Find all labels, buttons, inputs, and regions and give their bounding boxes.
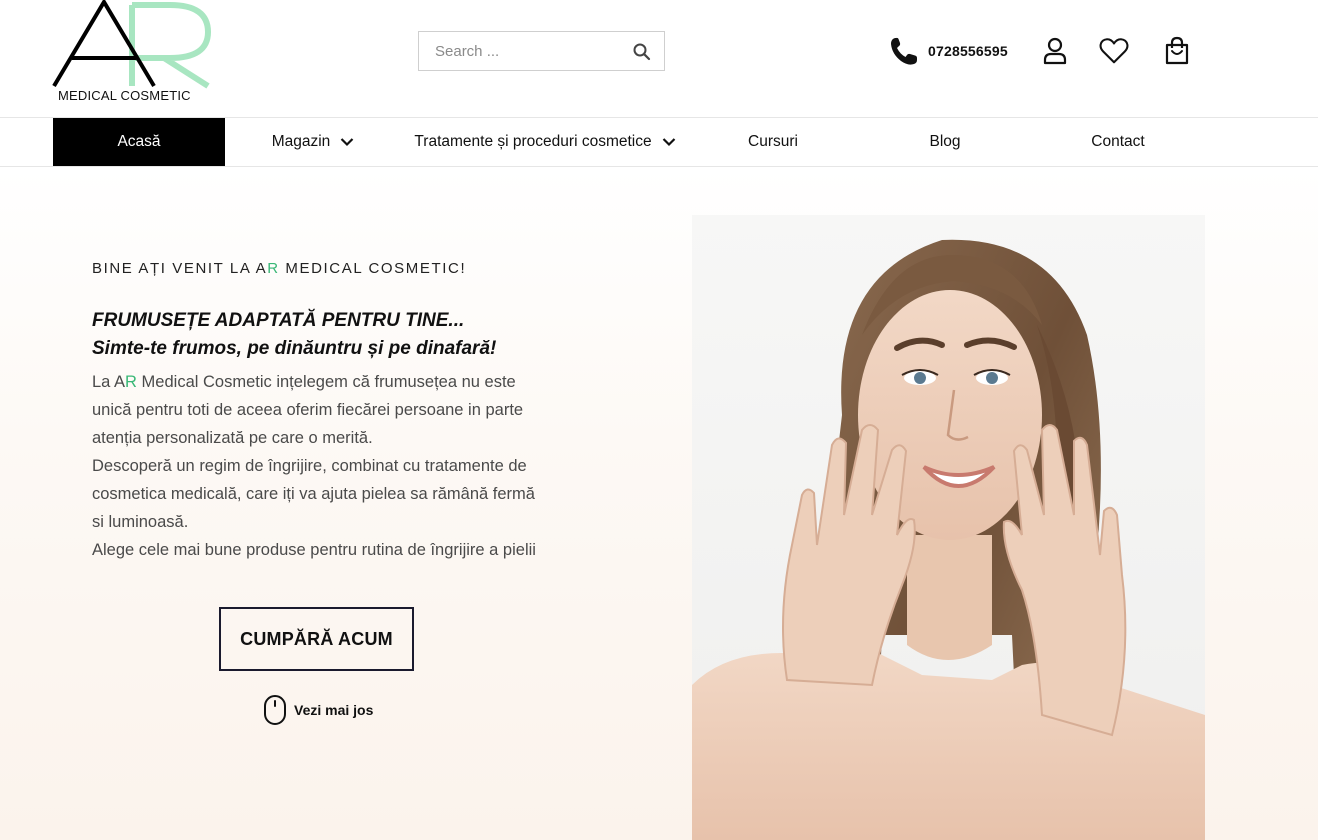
nav-item-cursuri[interactable]: Cursuri [703, 118, 843, 166]
welcome-text-end: MEDICAL COSMETIC! [279, 260, 467, 277]
logo-mark-icon [52, 0, 211, 89]
woman-portrait-image [692, 215, 1205, 840]
scroll-down-link[interactable]: Vezi mai jos [263, 694, 373, 726]
paragraph-1-start: La A [92, 373, 126, 391]
nav-item-label: Magazin [271, 133, 331, 150]
nav-item-label: Tratamente și proceduri cosmetice [414, 133, 652, 150]
phone-icon [891, 37, 917, 65]
nav-item-acasa[interactable]: Acasă [53, 118, 225, 166]
logo-subtitle: MEDICAL COSMETIC [58, 88, 191, 103]
hero-image [692, 215, 1205, 840]
paragraph-1-rest: Medical Cosmetic ințelegem că frumusețea… [92, 373, 524, 447]
chevron-down-icon [662, 138, 675, 147]
paragraph-3: Alege cele mai bune produse pentru rutin… [92, 541, 536, 559]
main-nav: Acasă Magazin Tratamente și proceduri co… [0, 118, 1318, 167]
paragraph-1: La AR Medical Cosmetic ințelegem că frum… [92, 368, 547, 452]
cart-icon[interactable] [1162, 36, 1192, 66]
nav-item-blog[interactable]: Blog [875, 118, 1015, 166]
tagline-line-1: FRUMUSEȚE ADAPTATĂ PENTRU TINE... [92, 310, 465, 331]
scroll-down-label: Vezi mai jos [294, 702, 374, 718]
nav-item-label: Blog [929, 133, 961, 150]
welcome-brand-r: R [267, 260, 280, 277]
paragraph-1-brand-r: R [125, 373, 137, 391]
buy-now-button[interactable]: CUMPĂRĂ ACUM [219, 607, 414, 671]
user-icon[interactable] [1040, 36, 1070, 66]
nav-item-contact[interactable]: Contact [1048, 118, 1188, 166]
site-header: MEDICAL COSMETIC 0728556595 [0, 0, 1318, 118]
phone-number[interactable]: 0728556595 [928, 43, 1008, 59]
chevron-down-icon [341, 138, 354, 147]
nav-item-label: Acasă [117, 133, 161, 150]
search-box [418, 31, 665, 71]
welcome-heading: BINE AȚI VENIT LA AR MEDICAL COSMETIC! [92, 260, 466, 277]
nav-item-label: Contact [1091, 133, 1145, 150]
paragraph-2: Descoperă un regim de îngrijire, combina… [92, 457, 535, 531]
hero-section: BINE AȚI VENIT LA AR MEDICAL COSMETIC! F… [0, 167, 1318, 840]
welcome-text: BINE AȚI VENIT LA A [92, 260, 268, 277]
logo[interactable]: MEDICAL COSMETIC [52, 0, 212, 104]
nav-item-magazin[interactable]: Magazin [238, 118, 388, 166]
nav-item-label: Cursuri [748, 133, 798, 150]
search-icon[interactable] [632, 42, 652, 62]
phone-contact[interactable]: 0728556595 [888, 36, 1008, 66]
tagline-line-2: Simte-te frumos, pe dinăuntru și pe dina… [92, 338, 497, 359]
mouse-icon [264, 695, 286, 725]
heart-icon[interactable] [1099, 36, 1129, 66]
hero-tagline: FRUMUSEȚE ADAPTATĂ PENTRU TINE... Simte-… [92, 307, 496, 363]
search-input[interactable] [419, 32, 619, 70]
hero-description: La AR Medical Cosmetic ințelegem că frum… [92, 368, 547, 564]
nav-item-tratamente[interactable]: Tratamente și proceduri cosmetice [395, 118, 695, 166]
